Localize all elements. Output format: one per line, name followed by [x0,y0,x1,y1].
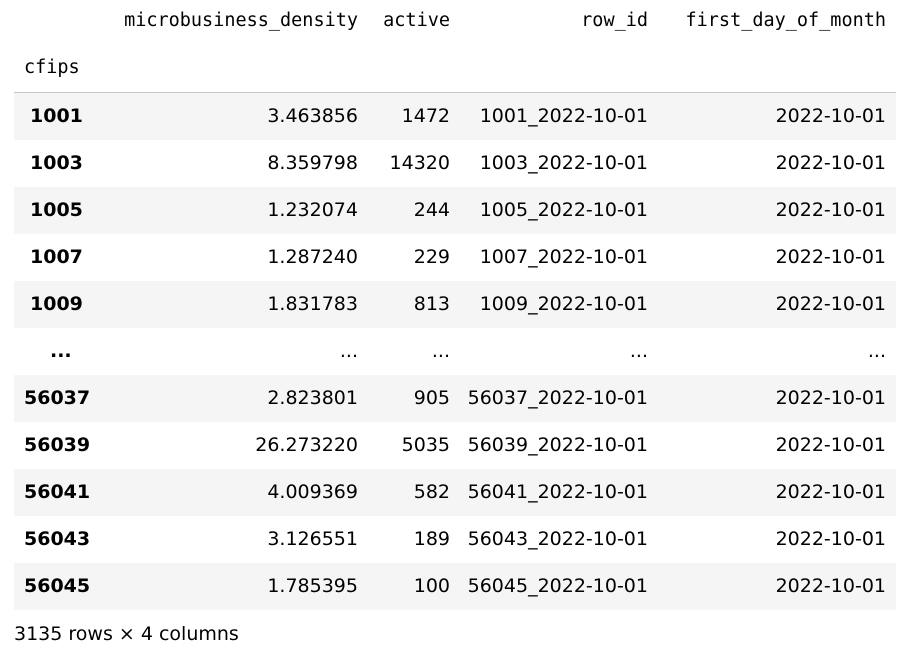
row-index: 1005 [30,199,83,221]
cell-microbusiness-density: 26.273220 [255,434,358,456]
table-row: 1001 3.463856 1472 1001_2022-10-01 2022-10-0… [14,93,896,140]
dataframe-table: microbusiness_density active row_id firs… [14,0,896,610]
cell-row-id: 56039_2022-10-01 [467,434,648,456]
cell-first-day-of-month: 2022-10-01 [775,246,886,268]
row-index: ... [50,340,72,362]
cell-first-day-of-month: 2022-10-01 [775,481,886,503]
cell-microbusiness-density: 3.126551 [267,528,358,550]
cell-row-id: 56041_2022-10-01 [467,481,648,503]
column-header-row: microbusiness_density active row_id firs… [14,0,896,46]
cell-first-day-of-month: 2022-10-01 [775,575,886,597]
cell-first-day-of-month: 2022-10-01 [775,105,886,127]
cell-first-day-of-month: 2022-10-01 [775,293,886,315]
row-index: 1009 [30,293,83,315]
cell-active: 905 [413,387,450,409]
cell-row-id: 56045_2022-10-01 [467,575,648,597]
column-header-active: active [383,10,450,31]
cell-microbusiness-density: ... [339,340,358,362]
table-body: 1001 3.463856 1472 1001_2022-10-01 2022-10-0… [14,93,896,610]
cell-microbusiness-density: 2.823801 [267,387,358,409]
cell-first-day-of-month: 2022-10-01 [775,199,886,221]
table-row: 56037 2.823801 905 56037_2022-10-01 2022-10-… [14,375,896,422]
row-index: 56043 [24,528,91,550]
row-index: 56039 [24,434,91,456]
row-index: 56037 [24,387,91,409]
table-row: 56043 3.126551 189 56043_2022-10-01 2022-10-… [14,516,896,563]
cell-microbusiness-density: 1.831783 [267,293,358,315]
row-count-summary: 3135 rows × 4 columns [14,623,239,645]
cell-row-id: 1003_2022-10-01 [479,152,648,174]
column-header-row-id: row_id [581,10,648,31]
table-row: ............... [14,328,896,375]
cell-row-id: 1009_2022-10-01 [479,293,648,315]
cell-row-id: 56043_2022-10-01 [467,528,648,550]
cell-active: 189 [413,528,450,550]
column-header-microbusiness-density: microbusiness_density [124,10,358,31]
index-header-row: cfips [14,46,896,93]
cell-first-day-of-month: 2022-10-01 [775,528,886,550]
cell-row-id: ... [629,340,648,362]
cell-active: 14320 [389,152,450,174]
row-index: 1001 [30,105,83,127]
table-row: 56045 1.785395 100 56045_2022-10-01 2022-10-… [14,563,896,610]
cell-first-day-of-month: 2022-10-01 [775,387,886,409]
cell-active: 582 [413,481,450,503]
cell-active: 1472 [401,105,450,127]
cell-microbusiness-density: 4.009369 [267,481,358,503]
cell-active: 100 [413,575,450,597]
index-name: cfips [24,57,80,78]
cell-microbusiness-density: 1.232074 [267,199,358,221]
cell-first-day-of-month: ... [867,340,886,362]
cell-row-id: 1005_2022-10-01 [479,199,648,221]
cell-microbusiness-density: 3.463856 [267,105,358,127]
table-row: 1009 1.831783 813 1009_2022-10-01 2022-10-01 [14,281,896,328]
row-index: 1003 [30,152,83,174]
cell-row-id: 1001_2022-10-01 [479,105,648,127]
cell-microbusiness-density: 8.359798 [267,152,358,174]
column-header-first-day-of-month: first_day_of_month [685,10,886,31]
table-row: 56039 26.273220 5035 56039_2022-10-01 2022-1… [14,422,896,469]
cell-row-id: 56037_2022-10-01 [467,387,648,409]
table-row: 1003 8.359798 14320 1003_2022-10-01 2022-10-… [14,140,896,187]
cell-active: 5035 [401,434,450,456]
cell-first-day-of-month: 2022-10-01 [775,152,886,174]
cell-row-id: 1007_2022-10-01 [479,246,648,268]
cell-active: 244 [413,199,450,221]
row-index: 1007 [30,246,83,268]
row-index: 56045 [24,575,91,597]
table-row: 1005 1.232074 244 1005_2022-10-01 2022-10-01 [14,187,896,234]
table-row: 1007 1.287240 229 1007_2022-10-01 2022-10-01 [14,234,896,281]
cell-active: ... [431,340,450,362]
table-row: 56041 4.009369 582 56041_2022-10-01 2022-10-… [14,469,896,516]
row-index: 56041 [24,481,91,503]
cell-active: 229 [413,246,450,268]
cell-active: 813 [413,293,450,315]
cell-first-day-of-month: 2022-10-01 [775,434,886,456]
cell-microbusiness-density: 1.785395 [267,575,358,597]
cell-microbusiness-density: 1.287240 [267,246,358,268]
